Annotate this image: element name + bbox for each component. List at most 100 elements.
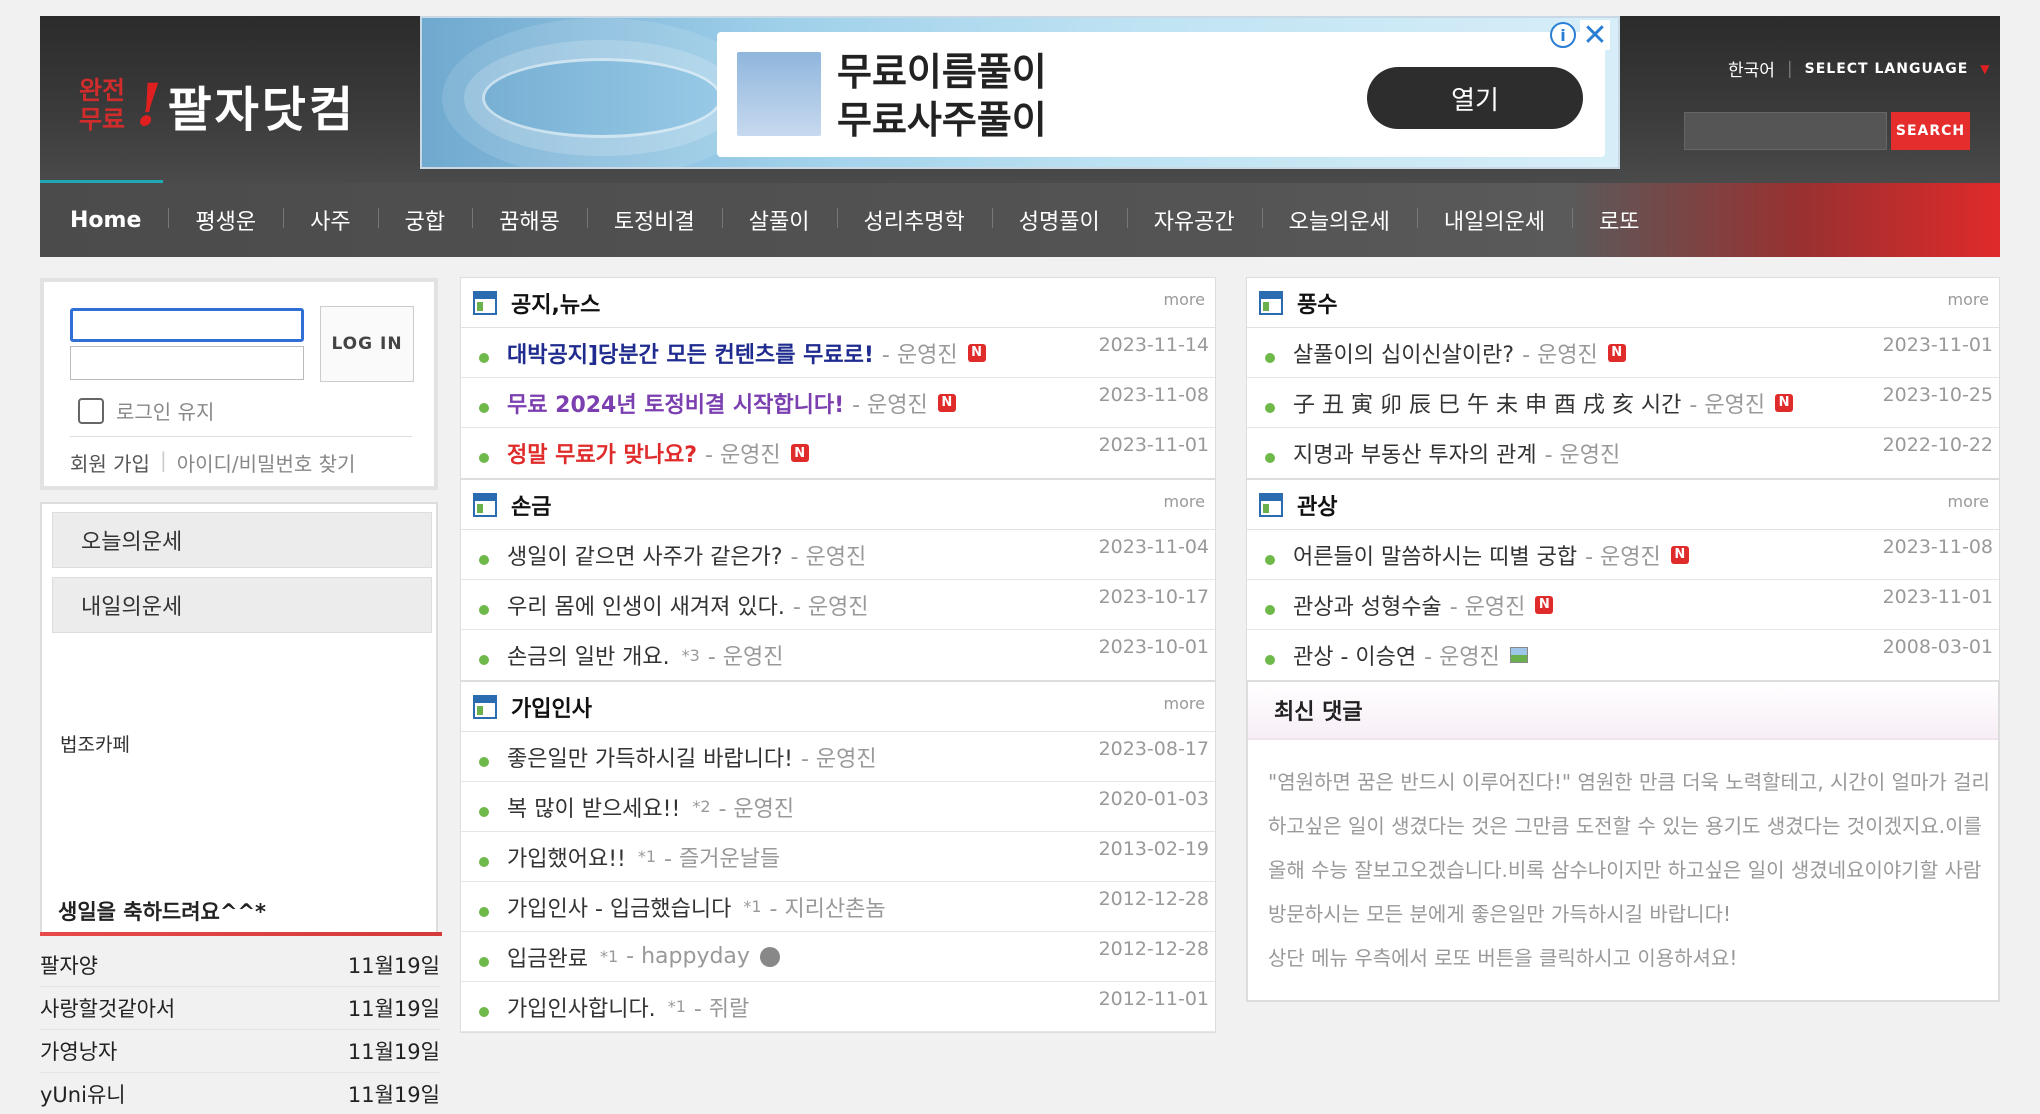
- side-today-fortune[interactable]: 오늘의운세: [52, 512, 432, 568]
- ad-banner[interactable]: 무료이름풀이 무료사주풀이 열기 i ✕: [420, 16, 1620, 169]
- nav-item-saju[interactable]: 사주: [283, 204, 377, 236]
- nav-item-seongri[interactable]: 성리추명학: [836, 204, 992, 236]
- list-item[interactable]: 가입인사합니다. *1 - 쥐랄 2012-11-01: [461, 982, 1215, 1032]
- more-link[interactable]: more: [1948, 492, 1989, 511]
- birthday-date: 11월19일: [347, 954, 440, 978]
- birthday-name[interactable]: 가영낭자: [40, 1036, 117, 1066]
- post-title[interactable]: 정말 무료가 맞나요?: [507, 437, 697, 469]
- post-title[interactable]: 복 많이 받으세요!!: [507, 791, 680, 823]
- post-title[interactable]: 관상과 성형수술: [1293, 589, 1442, 621]
- more-link[interactable]: more: [1164, 290, 1205, 309]
- keep-login[interactable]: 로그인 유지: [78, 396, 214, 425]
- list-item[interactable]: 생일이 같으면 사주가 같은가? - 운영진 2023-11-04: [461, 530, 1215, 580]
- more-link[interactable]: more: [1948, 290, 1989, 309]
- keep-login-label[interactable]: 로그인 유지: [116, 396, 214, 425]
- list-item[interactable]: 대박공지]당분간 모든 컨텐츠를 무료로! - 운영진 N 2023-11-14: [461, 328, 1215, 378]
- comment-item[interactable]: 상단 메뉴 우측에서 로또 버튼을 클릭하시고 이용하셔요!: [1248, 934, 1998, 978]
- comment-item[interactable]: 올해 수능 잘보고오겠습니다.비록 삼수나이지만 하고싶은 일이 생겼네요이야기…: [1248, 846, 1998, 890]
- list-item[interactable]: 손금의 일반 개요. *3 - 운영진 2023-10-01: [461, 630, 1215, 680]
- chevron-down-icon[interactable]: ▼: [1980, 62, 1989, 76]
- list-item[interactable]: 정말 무료가 맞나요? - 운영진 N 2023-11-01: [461, 428, 1215, 478]
- nav-item-tomorrow[interactable]: 내일의운세: [1416, 204, 1572, 236]
- post-title[interactable]: 子 丑 寅 卯 辰 巳 午 未 申 酉 戌 亥 시간: [1293, 387, 1681, 419]
- nav-item-name[interactable]: 성명풀이: [991, 204, 1127, 236]
- post-title[interactable]: 손금의 일반 개요.: [507, 639, 670, 671]
- nav-item-lotto[interactable]: 로또: [1572, 204, 1666, 236]
- language-selector[interactable]: 한국어 | SELECT LANGUAGE ▼: [1728, 56, 1990, 82]
- list-item[interactable]: 지명과 부동산 투자의 관계 - 운영진 2022-10-22: [1247, 428, 1999, 478]
- board-title[interactable]: 관상: [1297, 489, 1337, 521]
- post-title[interactable]: 살풀이의 십이신살이란?: [1293, 337, 1514, 369]
- post-title[interactable]: 대박공지]당분간 모든 컨텐츠를 무료로!: [507, 337, 874, 369]
- list-item[interactable]: 좋은일만 가득하시길 바랍니다! - 운영진 2023-08-17: [461, 732, 1215, 782]
- comment-item[interactable]: 방문하시는 모든 분에게 좋은일만 가득하시길 바랍니다!: [1248, 890, 1998, 934]
- post-title[interactable]: 생일이 같으면 사주가 같은가?: [507, 539, 783, 571]
- post-title[interactable]: 입금완료: [507, 941, 588, 973]
- list-item[interactable]: 어른들이 말씀하시는 띠별 궁합 - 운영진 N 2023-11-08: [1247, 530, 1999, 580]
- nav-item-dream[interactable]: 꿈해몽: [472, 204, 587, 236]
- ad-info-icon[interactable]: i: [1550, 22, 1576, 48]
- list-item[interactable]: 무료 2024년 토정비결 시작합니다! - 운영진 N 2023-11-08: [461, 378, 1215, 428]
- board-title[interactable]: 풍수: [1297, 287, 1337, 319]
- more-link[interactable]: more: [1164, 492, 1205, 511]
- post-title[interactable]: 무료 2024년 토정비결 시작합니다!: [507, 387, 844, 419]
- birthday-name[interactable]: 팔자양: [40, 950, 98, 980]
- birthday-name[interactable]: 사랑할것같아서: [40, 993, 175, 1023]
- search-input[interactable]: [1684, 112, 1887, 150]
- select-language-link[interactable]: SELECT LANGUAGE: [1805, 61, 1969, 77]
- list-item[interactable]: 살풀이의 십이신살이란? - 운영진 N 2023-11-01: [1247, 328, 1999, 378]
- birthday-row[interactable]: 가영낭자 11월19일: [40, 1030, 440, 1073]
- keep-login-checkbox[interactable]: [78, 397, 104, 424]
- list-item[interactable]: 관상과 성형수술 - 운영진 N 2023-11-01: [1247, 580, 1999, 630]
- comment-item[interactable]: "염원하면 꿈은 반드시 이루어진다!" 염원한 만큼 더욱 노력할테고, 시간…: [1248, 758, 1998, 802]
- bullet-icon: [1265, 453, 1275, 463]
- nav-item-salpuri[interactable]: 살풀이: [721, 204, 837, 236]
- list-item[interactable]: 입금완료 *1 - happyday 2012-12-28: [461, 932, 1215, 982]
- post-title[interactable]: 우리 몸에 인생이 새겨져 있다.: [507, 589, 785, 621]
- current-language[interactable]: 한국어: [1728, 56, 1775, 81]
- search-button[interactable]: SEARCH: [1891, 112, 1970, 150]
- birthday-row[interactable]: yUni유니 11월19일: [40, 1073, 440, 1114]
- side-tomorrow-fortune[interactable]: 내일의운세: [52, 577, 432, 633]
- post-title[interactable]: 지명과 부동산 투자의 관계: [1293, 437, 1537, 469]
- site-logo[interactable]: 완전 무료 ! 팔자닷컴: [72, 70, 356, 140]
- nav-item-today[interactable]: 오늘의운세: [1261, 204, 1417, 236]
- bullet-icon: [479, 453, 489, 463]
- more-link[interactable]: more: [1164, 694, 1205, 713]
- join-link[interactable]: 회원 가입: [70, 448, 150, 477]
- nav-item-home[interactable]: Home: [40, 208, 168, 233]
- board-title[interactable]: 가입인사: [511, 691, 592, 723]
- list-item[interactable]: 子 丑 寅 卯 辰 巳 午 未 申 酉 戌 亥 시간 - 운영진 N 2023-10-…: [1247, 378, 1999, 428]
- nav-item-free-space[interactable]: 자유공간: [1126, 204, 1262, 236]
- post-title[interactable]: 가입인사합니다.: [507, 991, 656, 1023]
- birthday-name[interactable]: yUni유니: [40, 1079, 126, 1109]
- post-title[interactable]: 어른들이 말씀하시는 띠별 궁합: [1293, 539, 1577, 571]
- post-title[interactable]: 가입인사 - 입금했습니다: [507, 891, 731, 923]
- post-title[interactable]: 좋은일만 가득하시길 바랍니다!: [507, 741, 793, 773]
- password-field[interactable]: [70, 346, 304, 380]
- post-title[interactable]: 관상 - 이승연: [1293, 639, 1416, 671]
- post-date: 2023-08-17: [1098, 738, 1209, 760]
- user-id-field[interactable]: [70, 308, 304, 342]
- find-account-link[interactable]: 아이디/비밀번호 찾기: [177, 448, 356, 477]
- login-button[interactable]: LOG IN: [320, 306, 414, 382]
- nav-item-compatibility[interactable]: 궁합: [377, 204, 472, 236]
- list-item[interactable]: 복 많이 받으세요!! *2 - 운영진 2020-01-03: [461, 782, 1215, 832]
- nav-item-tojeong[interactable]: 토정비결: [586, 204, 722, 236]
- list-item[interactable]: 가입했어요!! *1 - 즐거운날들 2013-02-19: [461, 832, 1215, 882]
- side-cafe-link[interactable]: 법조카페: [60, 730, 130, 757]
- ad-close-icon[interactable]: ✕: [1580, 18, 1610, 53]
- ad-card[interactable]: 무료이름풀이 무료사주풀이 열기: [717, 32, 1605, 157]
- nav-item-lifetime[interactable]: 평생운: [168, 204, 283, 236]
- board-title[interactable]: 손금: [511, 489, 551, 521]
- list-item[interactable]: 우리 몸에 인생이 새겨져 있다. - 운영진 2023-10-17: [461, 580, 1215, 630]
- ad-open-button[interactable]: 열기: [1367, 67, 1583, 129]
- board-title[interactable]: 공지,뉴스: [511, 287, 600, 319]
- list-item[interactable]: 관상 - 이승연 - 운영진 2008-03-01: [1247, 630, 1999, 680]
- birthday-row[interactable]: 사랑할것같아서 11월19일: [40, 987, 440, 1030]
- board-face-reading: 관상 more 어른들이 말씀하시는 띠별 궁합 - 운영진 N 2023-11-08…: [1246, 479, 2000, 681]
- comment-item[interactable]: 하고싶은 일이 생겼다는 것은 그만큼 도전할 수 있는 용기도 생겼다는 것이…: [1248, 802, 1998, 846]
- birthday-row[interactable]: 팔자양 11월19일: [40, 944, 440, 987]
- post-title[interactable]: 가입했어요!!: [507, 841, 626, 873]
- list-item[interactable]: 가입인사 - 입금했습니다 *1 - 지리산촌놈 2012-12-28: [461, 882, 1215, 932]
